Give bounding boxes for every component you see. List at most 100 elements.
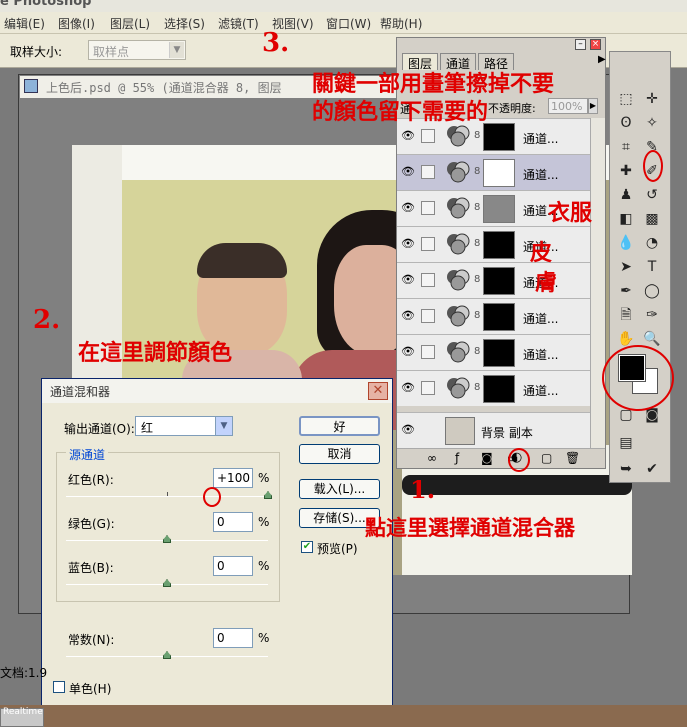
blue-input[interactable]: 0 [213,556,253,576]
layer-thumbnail[interactable] [445,417,475,445]
add-mask-icon[interactable]: ◙ [481,451,493,465]
panel-menu-icon[interactable]: ▶ [598,54,606,65]
menu-window[interactable]: 窗口(W) [326,15,371,32]
red-input[interactable]: +100 [213,468,253,488]
layer-mask-thumbnail[interactable] [483,267,515,295]
stamp-tool-icon[interactable]: ♟ [615,184,637,206]
taskbar-label: Realtime [3,707,43,717]
red-slider-center-tick [167,492,168,496]
layer-style-icon[interactable]: ƒ [455,451,459,465]
delete-layer-icon[interactable]: 🗑 [565,451,580,465]
menu-select[interactable]: 选择(S) [164,15,205,32]
ok-button[interactable]: 好 [299,416,380,436]
menu-edit[interactable]: 编辑(E) [4,15,45,32]
crop-tool-icon[interactable]: ⌗ [615,136,637,158]
link-box[interactable] [421,237,435,251]
path-select-icon[interactable]: ➤ [615,256,637,278]
shape-tool-icon[interactable]: ◯ [641,280,663,302]
layer-row[interactable]: 👁 8 通道... [397,226,590,262]
taskbar-button[interactable]: Realtime [0,707,44,727]
imageready-icon[interactable]: ➥ [615,458,637,480]
eye-icon[interactable]: 👁 [401,423,415,437]
screen-mode-icon[interactable]: ▤ [615,432,637,454]
preview-checkbox[interactable]: ✔ [301,541,313,553]
red-slider-track[interactable] [66,496,268,497]
layer-row[interactable]: 👁 背景 副本 [397,412,590,448]
pen-tool-icon[interactable]: ✒ [615,280,637,302]
channel-mixer-icon [447,341,470,363]
link-box[interactable] [421,129,435,143]
load-button[interactable]: 载入(L)... [299,479,380,499]
eye-icon[interactable]: 👁 [401,129,415,143]
marquee-tool-icon[interactable]: ⬚ [615,88,637,110]
layer-row[interactable]: 👁 8 通道... [397,298,590,334]
monochrome-label: 单色(H) [69,682,112,696]
move-tool-icon[interactable]: ✛ [641,88,663,110]
menu-layer[interactable]: 图层(L) [110,15,150,32]
layer-mask-thumbnail[interactable] [483,375,515,403]
eye-icon[interactable]: 👁 [401,237,415,251]
lasso-tool-icon[interactable]: ʘ [615,112,637,134]
eye-icon[interactable]: 👁 [401,381,415,395]
chain-icon: 8 [474,274,481,285]
opacity-input[interactable]: 100% [548,98,588,114]
layer-row[interactable]: 👁 8 通道... [397,154,590,190]
sample-size-label: 取样大小: [10,45,63,59]
close-icon[interactable]: × [590,39,601,50]
cancel-button[interactable]: 取消 [299,444,380,464]
sample-size-select[interactable]: 取样点 ▼ [88,40,186,60]
annotation-circle-adjustment [508,448,530,472]
eye-icon[interactable]: 👁 [401,273,415,287]
output-channel-select[interactable]: 红 ▼ [135,416,233,436]
menu-help[interactable]: 帮助(H) [380,15,422,32]
layer-row[interactable]: 👁 8 通道... [397,262,590,298]
magic-wand-icon[interactable]: ✧ [641,112,663,134]
new-layer-icon[interactable]: ▢ [541,451,552,465]
constant-input[interactable]: 0 [213,628,253,648]
jump-icon[interactable]: ✔ [641,458,663,480]
blur-tool-icon[interactable]: 💧 [615,232,637,254]
dodge-tool-icon[interactable]: ◔ [641,232,663,254]
link-box[interactable] [421,165,435,179]
eye-icon[interactable]: 👁 [401,165,415,179]
menu-filter[interactable]: 滤镜(T) [218,15,259,32]
monochrome-checkbox[interactable] [53,681,65,693]
chain-icon: 8 [474,202,481,213]
link-box[interactable] [421,273,435,287]
green-input[interactable]: 0 [213,512,253,532]
healing-tool-icon[interactable]: ✚ [615,160,637,182]
eye-icon[interactable]: 👁 [401,309,415,323]
link-box[interactable] [421,381,435,395]
annotation-step1-text: 點這里選擇通道混合器 [365,515,575,540]
link-layers-icon[interactable]: ∞ [427,451,437,465]
opacity-arrow-icon[interactable]: ▶ [588,98,598,114]
type-tool-icon[interactable]: T [641,256,663,278]
layer-name: 背景 副本 [481,426,533,440]
document-size-status: 文档:1.9 [0,666,48,680]
link-box[interactable] [421,309,435,323]
link-box[interactable] [421,345,435,359]
output-channel-value: 红 [141,421,154,435]
layer-mask-thumbnail[interactable] [483,303,515,331]
minimize-icon[interactable]: – [575,39,586,50]
layer-mask-thumbnail[interactable] [483,339,515,367]
layers-scrollbar[interactable] [590,118,605,448]
gradient-tool-icon[interactable]: ▩ [641,208,663,230]
source-channels-label: 源通道 [66,446,109,463]
eye-icon[interactable]: 👁 [401,345,415,359]
layer-mask-thumbnail[interactable] [483,123,515,151]
link-box[interactable] [421,201,435,215]
close-icon[interactable]: ✕ [368,382,388,400]
eye-icon[interactable]: 👁 [401,201,415,215]
layer-mask-thumbnail[interactable] [483,159,515,187]
eyedropper-tool-icon[interactable]: ✑ [641,304,663,326]
notes-tool-icon[interactable]: 🗎 [615,304,637,326]
layer-row[interactable]: 👁 8 通道... [397,334,590,370]
sample-size-value: 取样点 [93,45,130,59]
history-brush-icon[interactable]: ↺ [641,184,663,206]
eraser-tool-icon[interactable]: ◧ [615,208,637,230]
layer-mask-thumbnail[interactable] [483,195,515,223]
menu-image[interactable]: 图像(I) [58,15,95,32]
layer-mask-thumbnail[interactable] [483,231,515,259]
layer-row[interactable]: 👁 8 通道... [397,370,590,406]
